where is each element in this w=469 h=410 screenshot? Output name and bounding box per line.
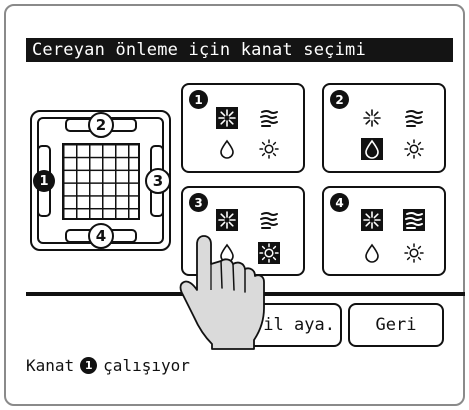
panel-number-1: 1 [189, 90, 208, 109]
louver-3-label: 3 [145, 168, 171, 194]
fan-icon[interactable] [258, 107, 280, 129]
back-button[interactable]: Geri [348, 303, 444, 347]
unit-grille [62, 143, 140, 220]
snowflake-icon[interactable] [216, 107, 238, 129]
droplet-icon[interactable] [361, 242, 383, 264]
louver-panel-4[interactable]: 4 [322, 186, 446, 276]
status-suffix: çalışıyor [103, 356, 190, 375]
louver-2-label: 2 [88, 112, 114, 138]
louver-1-label: 1 [33, 170, 55, 192]
snowflake-icon[interactable] [361, 209, 383, 231]
page-title: Cereyan önleme için kanat seçimi [26, 38, 453, 62]
status-line: Kanat 1 çalışıyor [26, 356, 190, 375]
louver-panel-2[interactable]: 2 [322, 83, 446, 173]
louver-panel-1[interactable]: 1 [181, 83, 305, 173]
panel-number-4: 4 [330, 193, 349, 212]
status-louver-number: 1 [80, 357, 98, 374]
pointing-hand-icon [179, 235, 265, 350]
panel-number-2: 2 [330, 90, 349, 109]
fan-icon[interactable] [403, 209, 425, 231]
panel-number-3: 3 [189, 193, 208, 212]
fan-icon[interactable] [403, 107, 425, 129]
louver-4-label: 4 [88, 223, 114, 249]
sun-icon[interactable] [258, 138, 280, 160]
snowflake-icon[interactable] [361, 107, 383, 129]
sun-icon[interactable] [403, 138, 425, 160]
snowflake-icon[interactable] [216, 209, 238, 231]
sun-icon[interactable] [403, 242, 425, 264]
droplet-icon[interactable] [216, 138, 238, 160]
droplet-icon[interactable] [361, 138, 383, 160]
fan-icon[interactable] [258, 209, 280, 231]
status-prefix: Kanat [26, 356, 75, 375]
